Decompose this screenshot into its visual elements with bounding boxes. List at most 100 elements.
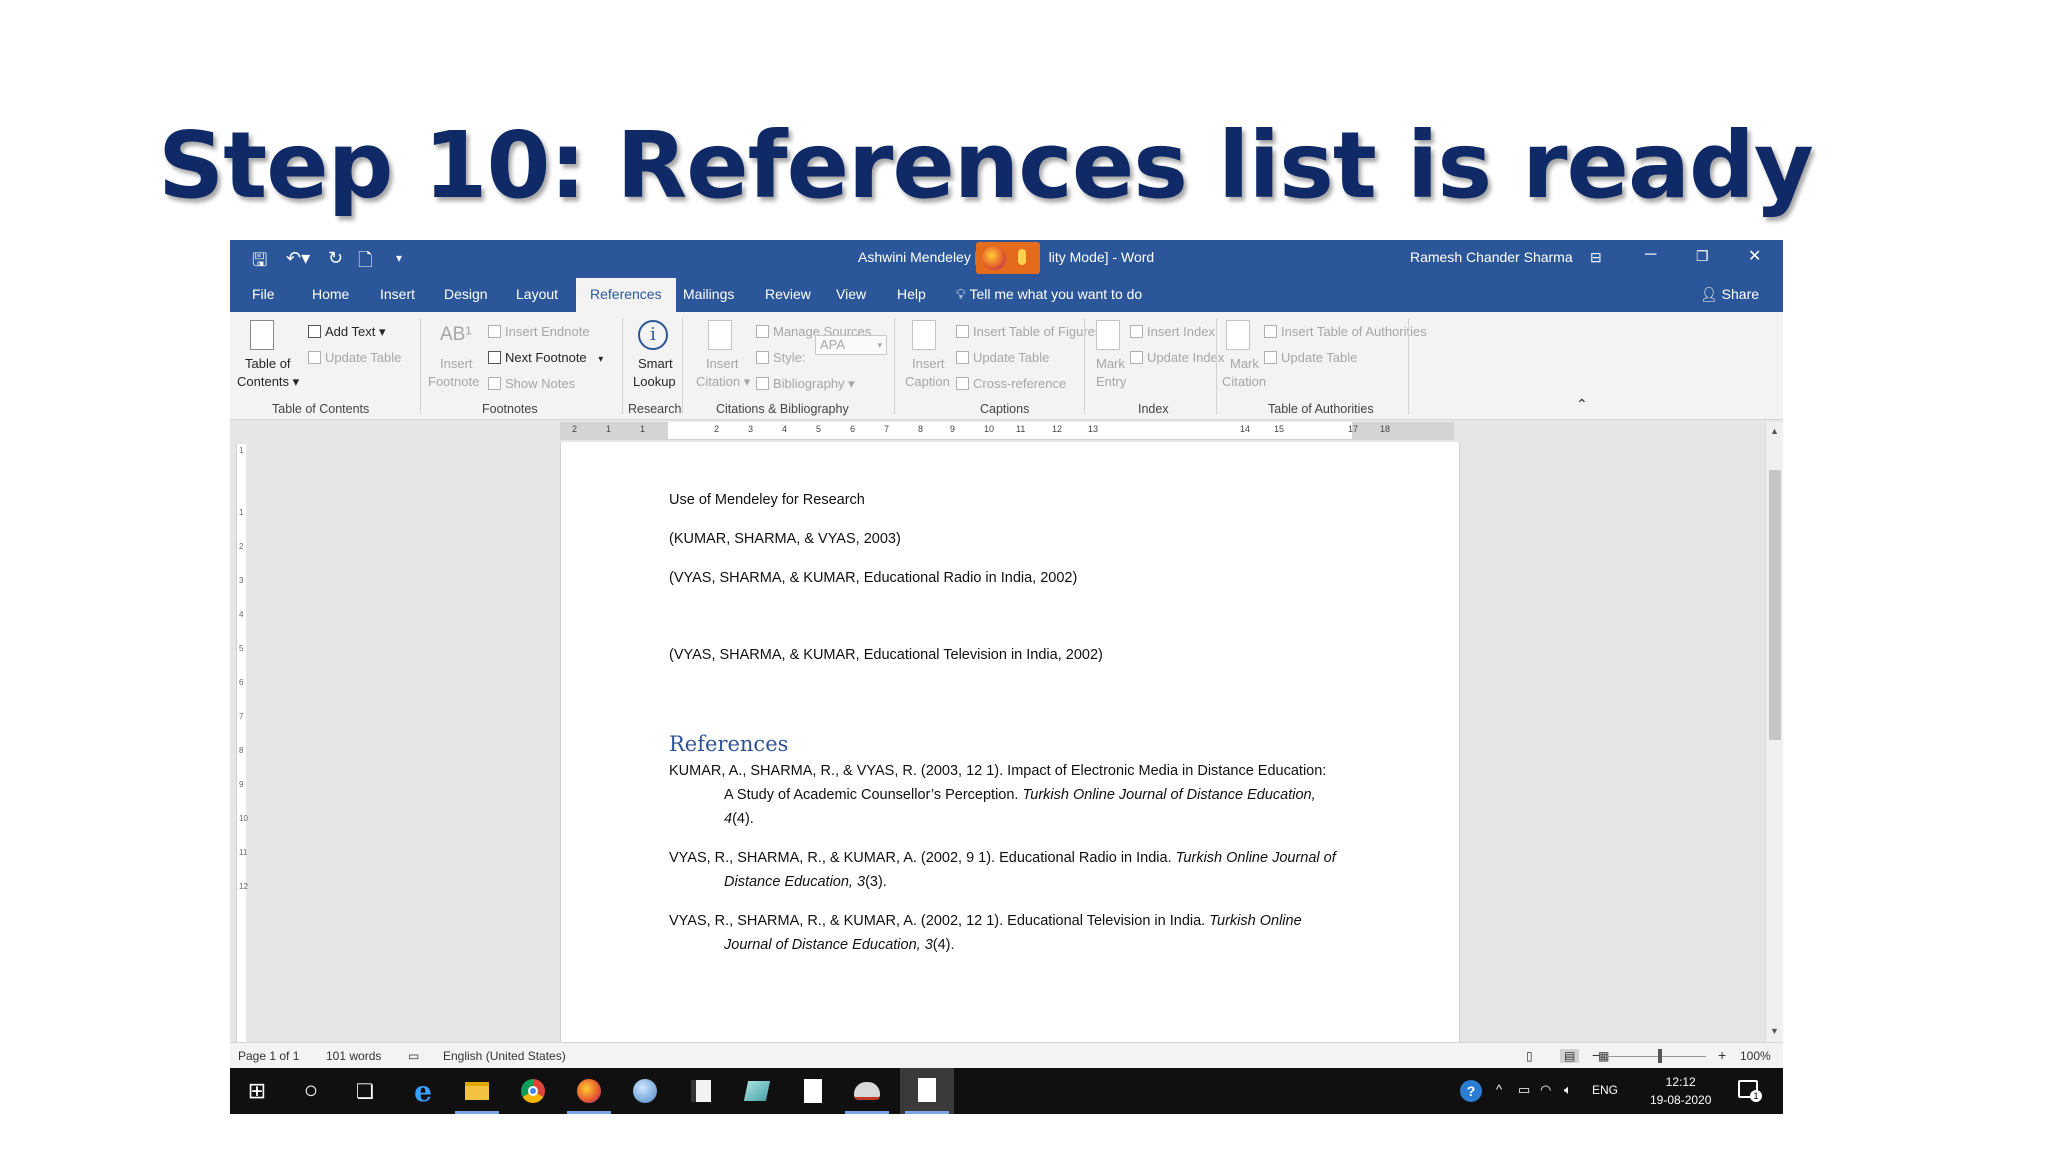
scrollbar-thumb[interactable] bbox=[1769, 470, 1781, 740]
update-table-toc-button[interactable]: Update Table bbox=[308, 350, 401, 365]
reference-entry[interactable]: VYAS, R., SHARMA, R., & KUMAR, A. (2002,… bbox=[669, 850, 1336, 866]
app-icon[interactable] bbox=[742, 1076, 772, 1106]
reference-entry[interactable]: VYAS, R., SHARMA, R., & KUMAR, A. (2002,… bbox=[669, 913, 1302, 929]
help-icon[interactable]: ? bbox=[1460, 1080, 1482, 1102]
scroll-down-icon[interactable]: ▼ bbox=[1770, 1026, 1779, 1036]
references-heading[interactable]: References bbox=[669, 732, 788, 756]
tab-file[interactable]: File bbox=[252, 286, 275, 302]
read-mode-icon[interactable]: ▯ bbox=[1526, 1049, 1533, 1063]
task-view-icon[interactable]: ❏ bbox=[350, 1076, 380, 1106]
word-taskbar-button[interactable] bbox=[900, 1068, 954, 1114]
tell-me-search[interactable]: 💡︎ Tell me what you want to do bbox=[956, 286, 1142, 303]
tab-references[interactable]: References bbox=[576, 278, 676, 312]
redo-icon[interactable]: ↻ bbox=[328, 248, 343, 269]
windows-start-icon[interactable]: ⊞ bbox=[242, 1076, 272, 1106]
reference-entry[interactable]: KUMAR, A., SHARMA, R., & VYAS, R. (2003,… bbox=[669, 763, 1326, 779]
minimize-button[interactable]: ─ bbox=[1645, 246, 1656, 264]
table-of-contents-label-1[interactable]: Table of bbox=[245, 356, 291, 371]
insert-citation-label-2[interactable]: Citation ▾ bbox=[696, 374, 750, 390]
tab-review[interactable]: Review bbox=[765, 286, 811, 302]
search-icon[interactable]: ○ bbox=[296, 1076, 326, 1106]
mendeley-icon[interactable] bbox=[852, 1076, 882, 1106]
action-center-icon[interactable]: 1 bbox=[1738, 1080, 1762, 1102]
scroll-up-icon[interactable]: ▲ bbox=[1770, 426, 1779, 436]
file-explorer-icon[interactable] bbox=[462, 1076, 492, 1106]
document-line[interactable]: Use of Mendeley for Research bbox=[669, 492, 865, 508]
document-page[interactable]: Use of Mendeley for Research (KUMAR, SHA… bbox=[560, 442, 1460, 1042]
citation-line[interactable]: (VYAS, SHARMA, & KUMAR, Educational Radi… bbox=[669, 570, 1077, 586]
mark-entry-label-2[interactable]: Entry bbox=[1096, 374, 1126, 389]
next-footnote-button[interactable]: Next Footnote ▾ bbox=[488, 350, 603, 365]
chrome-icon[interactable] bbox=[518, 1076, 548, 1106]
update-index-button[interactable]: Update Index bbox=[1130, 350, 1224, 365]
cross-reference-button[interactable]: Cross-reference bbox=[956, 376, 1066, 391]
wifi-icon[interactable]: ◠ bbox=[1540, 1082, 1551, 1098]
volume-icon[interactable]: 🔈︎ bbox=[1564, 1082, 1572, 1098]
bibliography-button[interactable]: Bibliography ▾ bbox=[756, 376, 855, 392]
share-button[interactable]: 👤︎ Share bbox=[1700, 286, 1759, 303]
input-language[interactable]: ENG bbox=[1592, 1083, 1618, 1097]
insert-footnote-label-2[interactable]: Footnote bbox=[428, 374, 479, 389]
zoom-out-button[interactable]: − bbox=[1592, 1047, 1600, 1063]
tab-home[interactable]: Home bbox=[312, 286, 349, 302]
tab-mailings[interactable]: Mailings bbox=[683, 286, 734, 302]
language-indicator[interactable]: English (United States) bbox=[443, 1049, 566, 1063]
tab-design[interactable]: Design bbox=[444, 286, 488, 302]
insert-citation-label-1[interactable]: Insert bbox=[706, 356, 739, 371]
vertical-scrollbar[interactable]: ▲ ▼ bbox=[1765, 422, 1783, 1042]
zoom-slider-track[interactable] bbox=[1606, 1056, 1706, 1057]
insert-caption-label-2[interactable]: Caption bbox=[905, 374, 950, 389]
collapse-ribbon-icon[interactable]: ⌃ bbox=[1576, 396, 1588, 413]
new-document-icon[interactable]: 🗋 bbox=[358, 248, 372, 278]
insert-index-button[interactable]: Insert Index bbox=[1130, 324, 1215, 339]
firefox-taskbar-icon[interactable] bbox=[574, 1076, 604, 1106]
insert-caption-label-1[interactable]: Insert bbox=[912, 356, 945, 371]
mark-citation-label-1[interactable]: Mark bbox=[1230, 356, 1259, 371]
update-table-authorities-button[interactable]: Update Table bbox=[1264, 350, 1357, 365]
citation-style-select[interactable]: APA ▾ bbox=[815, 335, 887, 355]
proofing-icon[interactable]: ▭ bbox=[408, 1049, 419, 1063]
undo-icon[interactable]: ↶▾ bbox=[286, 248, 310, 269]
mark-citation-label-2[interactable]: Citation bbox=[1222, 374, 1266, 389]
reference-entry-cont[interactable]: Distance Education, 3(3). bbox=[724, 874, 887, 890]
document-icon[interactable] bbox=[798, 1076, 828, 1106]
globe-app-icon[interactable] bbox=[630, 1076, 660, 1106]
signed-in-user[interactable]: Ramesh Chander Sharma bbox=[1410, 249, 1573, 265]
zoom-slider-thumb[interactable] bbox=[1658, 1049, 1662, 1063]
zoom-level[interactable]: 100% bbox=[1740, 1049, 1771, 1063]
tab-insert[interactable]: Insert bbox=[380, 286, 415, 302]
notepad-icon[interactable] bbox=[686, 1076, 716, 1106]
update-table-captions-button[interactable]: Update Table bbox=[956, 350, 1049, 365]
add-text-button[interactable]: Add Text ▾ bbox=[308, 324, 386, 340]
ribbon-display-options-icon[interactable]: ⊟ bbox=[1590, 249, 1602, 266]
reference-entry-cont[interactable]: Journal of Distance Education, 3(4). bbox=[724, 937, 955, 953]
tab-view[interactable]: View bbox=[836, 286, 866, 302]
close-button[interactable]: ✕ bbox=[1748, 246, 1761, 266]
show-notes-button[interactable]: Show Notes bbox=[488, 376, 575, 391]
reference-entry-cont[interactable]: 4(4). bbox=[724, 811, 754, 827]
customize-qat-icon[interactable]: ▾ bbox=[396, 251, 402, 265]
zoom-in-button[interactable]: + bbox=[1718, 1047, 1726, 1063]
page-count[interactable]: Page 1 of 1 bbox=[238, 1049, 299, 1063]
insert-footnote-label-1[interactable]: Insert bbox=[440, 356, 473, 371]
citation-line[interactable]: (KUMAR, SHARMA, & VYAS, 2003) bbox=[669, 531, 901, 547]
print-layout-icon[interactable]: ▤ bbox=[1560, 1049, 1580, 1063]
tab-help[interactable]: Help bbox=[897, 286, 926, 302]
insert-endnote-button[interactable]: Insert Endnote bbox=[488, 324, 590, 339]
save-icon[interactable]: 🖫 bbox=[252, 248, 267, 278]
smart-lookup-label-2[interactable]: Lookup bbox=[633, 374, 676, 389]
battery-icon[interactable]: ▭ bbox=[1518, 1082, 1530, 1098]
mark-entry-label-1[interactable]: Mark bbox=[1096, 356, 1125, 371]
insert-table-of-figures-button[interactable]: Insert Table of Figures bbox=[956, 324, 1101, 339]
show-hidden-icons[interactable]: ^ bbox=[1496, 1082, 1502, 1097]
tab-layout[interactable]: Layout bbox=[516, 286, 558, 302]
word-count[interactable]: 101 words bbox=[326, 1049, 381, 1063]
edge-icon[interactable]: e bbox=[408, 1075, 438, 1108]
system-clock[interactable]: 12:12 19-08-2020 bbox=[1650, 1073, 1711, 1109]
smart-lookup-label-1[interactable]: Smart bbox=[638, 356, 673, 371]
citation-line[interactable]: (VYAS, SHARMA, & KUMAR, Educational Tele… bbox=[669, 647, 1103, 663]
reference-entry-cont[interactable]: A Study of Academic Counsellor’s Percept… bbox=[724, 787, 1316, 803]
restore-button[interactable]: ❐ bbox=[1696, 248, 1709, 265]
insert-table-of-authorities-button[interactable]: Insert Table of Authorities bbox=[1264, 324, 1427, 339]
table-of-contents-label-2[interactable]: Contents ▾ bbox=[237, 374, 299, 390]
